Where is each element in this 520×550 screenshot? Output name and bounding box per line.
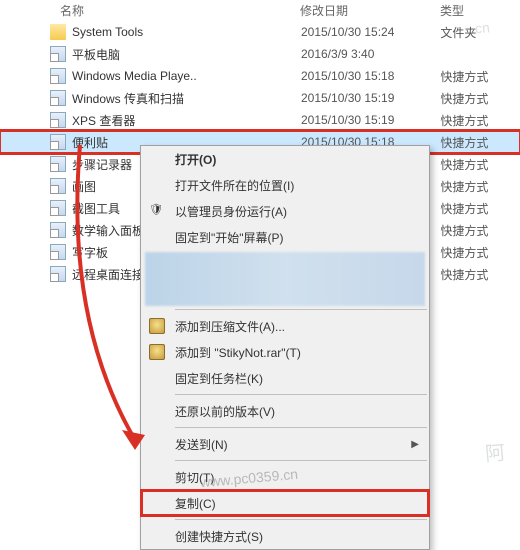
header-name[interactable]: 名称: [0, 2, 300, 19]
file-row[interactable]: Windows 传真和扫描2015/10/30 15:19快捷方式: [0, 87, 520, 109]
menu-item-label: 发送到(N): [175, 436, 228, 453]
header-type[interactable]: 类型: [440, 2, 520, 19]
folder-icon: [50, 24, 66, 40]
menu-item[interactable]: 创建快捷方式(S): [141, 523, 429, 549]
shortcut-icon: [50, 156, 66, 172]
menu-item[interactable]: 复制(C): [141, 490, 429, 516]
menu-blurred-area: [145, 252, 425, 306]
winrar-icon: [149, 344, 165, 360]
shortcut-icon: [50, 112, 66, 128]
shortcut-icon: [50, 200, 66, 216]
file-type: 快捷方式: [440, 112, 520, 129]
shortcut-icon: [50, 90, 66, 106]
menu-item[interactable]: 添加到 "StikyNot.rar"(T): [141, 339, 429, 365]
menu-item-label: 创建快捷方式(S): [175, 528, 263, 545]
file-type: 快捷方式: [440, 178, 520, 195]
menu-separator: [175, 394, 427, 395]
menu-item[interactable]: 发送到(N) ▶: [141, 431, 429, 457]
menu-item-label: 剪切(T): [175, 469, 214, 486]
file-name: Windows 传真和扫描: [72, 90, 301, 107]
menu-item[interactable]: 以管理员身份运行(A): [141, 198, 429, 224]
menu-item-label: 固定到"开始"屏幕(P): [175, 229, 284, 246]
menu-separator: [175, 427, 427, 428]
file-type: 快捷方式: [440, 156, 520, 173]
file-date: 2015/10/30 15:19: [301, 91, 440, 105]
file-name: System Tools: [72, 25, 301, 39]
file-type: 快捷方式: [440, 68, 520, 85]
file-row[interactable]: 平板电脑2016/3/9 3:40: [0, 43, 520, 65]
shortcut-icon: [50, 244, 66, 260]
file-type: 文件夹: [440, 24, 520, 41]
menu-item[interactable]: 剪切(T): [141, 464, 429, 490]
menu-separator: [175, 519, 427, 520]
shortcut-icon: [50, 266, 66, 282]
file-type: 快捷方式: [440, 244, 520, 261]
menu-separator: [175, 460, 427, 461]
file-row[interactable]: XPS 查看器2015/10/30 15:19快捷方式: [0, 109, 520, 131]
menu-item[interactable]: 固定到任务栏(K): [141, 365, 429, 391]
menu-item-label: 还原以前的版本(V): [175, 403, 275, 420]
shortcut-icon: [50, 46, 66, 62]
menu-item-label: 复制(C): [175, 495, 216, 512]
file-row[interactable]: System Tools2015/10/30 15:24文件夹: [0, 21, 520, 43]
file-type: 快捷方式: [440, 90, 520, 107]
file-date: 2016/3/9 3:40: [301, 47, 440, 61]
menu-item[interactable]: 固定到"开始"屏幕(P): [141, 224, 429, 250]
menu-item-label: 添加到 "StikyNot.rar"(T): [175, 344, 301, 361]
file-type: 快捷方式: [440, 200, 520, 217]
file-name: 平板电脑: [72, 46, 301, 63]
shortcut-icon: [50, 134, 66, 150]
menu-item-label: 打开(O): [175, 151, 216, 168]
menu-item-label: 固定到任务栏(K): [175, 370, 263, 387]
winrar-icon: [149, 318, 165, 334]
file-date: 2015/10/30 15:18: [301, 69, 440, 83]
file-row[interactable]: Windows Media Playe..2015/10/30 15:18快捷方…: [0, 65, 520, 87]
header-date[interactable]: 修改日期: [300, 2, 440, 19]
watermark: 阿: [484, 436, 506, 467]
file-name: XPS 查看器: [72, 112, 301, 129]
menu-item-label: 打开文件所在的位置(I): [175, 177, 294, 194]
menu-separator: [175, 309, 427, 310]
file-type: 快捷方式: [440, 222, 520, 239]
menu-item[interactable]: 打开文件所在的位置(I): [141, 172, 429, 198]
shortcut-icon: [50, 178, 66, 194]
context-menu: 打开(O) 打开文件所在的位置(I) 以管理员身份运行(A) 固定到"开始"屏幕(P)…: [140, 145, 430, 550]
file-type: 快捷方式: [440, 134, 520, 151]
shortcut-icon: [50, 222, 66, 238]
file-type: 快捷方式: [440, 266, 520, 283]
file-date: 2015/10/30 15:19: [301, 113, 440, 127]
admin-icon: [149, 203, 165, 219]
menu-item[interactable]: 添加到压缩文件(A)...: [141, 313, 429, 339]
shortcut-icon: [50, 68, 66, 84]
menu-item[interactable]: 还原以前的版本(V): [141, 398, 429, 424]
submenu-arrow-icon: ▶: [411, 439, 419, 450]
menu-item[interactable]: 打开(O): [141, 146, 429, 172]
file-date: 2015/10/30 15:24: [301, 25, 440, 39]
menu-item-label: 以管理员身份运行(A): [175, 203, 287, 220]
menu-item-label: 添加到压缩文件(A)...: [175, 318, 285, 335]
file-name: Windows Media Playe..: [72, 69, 301, 83]
column-header: 名称 修改日期 类型: [0, 0, 520, 21]
